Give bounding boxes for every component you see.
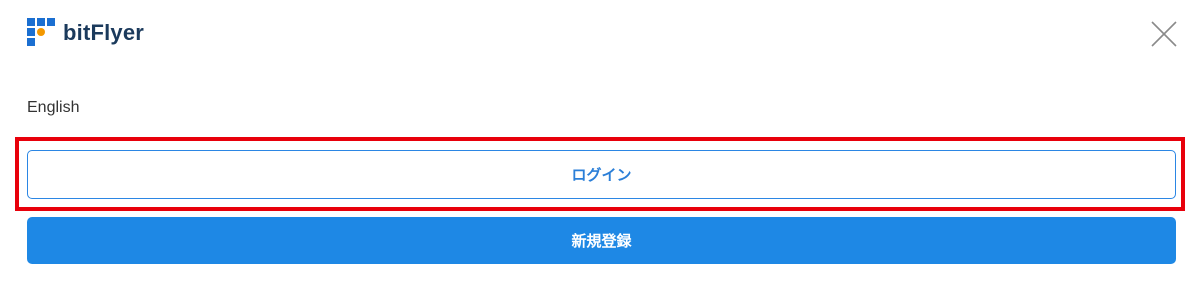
close-button[interactable] — [1150, 20, 1178, 48]
register-button-label: 新規登録 — [571, 233, 632, 250]
close-icon — [1151, 21, 1177, 47]
mobile-menu-panel: bitFlyer English ログイン 新規登録 — [0, 0, 1200, 305]
language-switch-link[interactable]: English — [27, 97, 79, 119]
menu-header: bitFlyer — [0, 0, 1200, 70]
logo-text: bitFlyer — [63, 20, 145, 45]
login-button[interactable]: ログイン — [27, 150, 1176, 199]
bitflyer-logo-icon — [27, 18, 55, 48]
login-button-label: ログイン — [571, 167, 632, 184]
register-button[interactable]: 新規登録 — [27, 217, 1176, 264]
bitflyer-logo[interactable]: bitFlyer — [27, 17, 144, 49]
